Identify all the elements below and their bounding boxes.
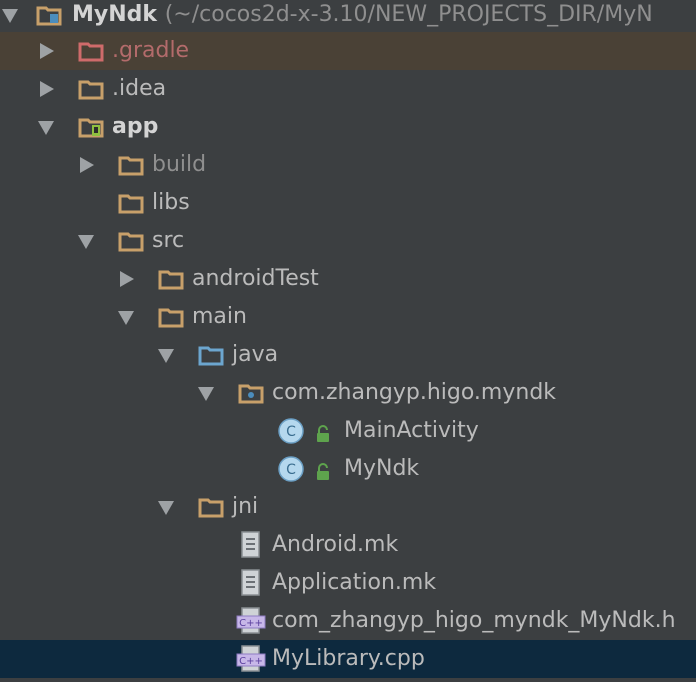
lock-open-icon bbox=[314, 424, 332, 442]
class-icon: C bbox=[278, 456, 304, 482]
class-badge: C bbox=[286, 462, 296, 478]
tree-row-idea[interactable]: .idea bbox=[0, 70, 696, 108]
tree-label-root: MyNdk (~/cocos2d-x-3.10/NEW_PROJECTS_DIR… bbox=[72, 2, 653, 27]
tree-row-androidtest[interactable]: androidTest bbox=[0, 260, 696, 298]
tree-label-androidtest: androidTest bbox=[192, 266, 319, 291]
expand-arrow-icon[interactable] bbox=[40, 43, 54, 59]
folder-icon bbox=[198, 496, 226, 518]
folder-icon bbox=[118, 192, 146, 214]
tree-label-header-file: com_zhangyp_higo_myndk_MyNdk.h bbox=[272, 608, 676, 633]
tree-label-main: main bbox=[192, 304, 247, 329]
project-tree: MyNdk (~/cocos2d-x-3.10/NEW_PROJECTS_DIR… bbox=[0, 0, 696, 682]
tree-row-root[interactable]: MyNdk (~/cocos2d-x-3.10/NEW_PROJECTS_DIR… bbox=[0, 0, 696, 34]
source-folder-icon bbox=[198, 344, 226, 366]
tree-label-package: com.zhangyp.higo.myndk bbox=[272, 380, 557, 405]
tree-row-jni[interactable]: jni bbox=[0, 488, 696, 526]
tree-row-android-mk[interactable]: Android.mk bbox=[0, 526, 696, 564]
tree-label-myndk: MyNdk bbox=[344, 456, 420, 481]
tree-row-application-mk[interactable]: Application.mk bbox=[0, 564, 696, 602]
expand-arrow-icon[interactable] bbox=[78, 235, 94, 249]
tree-row-app[interactable]: app bbox=[0, 108, 696, 146]
expand-arrow-icon[interactable] bbox=[158, 501, 174, 515]
expand-arrow-icon[interactable] bbox=[118, 311, 134, 325]
text-file-icon bbox=[240, 531, 262, 559]
tree-label-gradle: .gradle bbox=[112, 38, 190, 63]
expand-arrow-icon[interactable] bbox=[38, 121, 54, 135]
expand-arrow-icon[interactable] bbox=[120, 271, 134, 287]
cpp-badge: C++ bbox=[239, 656, 263, 667]
class-icon: C bbox=[278, 418, 304, 444]
tree-row-build[interactable]: build bbox=[0, 146, 696, 184]
module-folder-icon bbox=[36, 4, 64, 26]
android-module-icon bbox=[78, 116, 106, 138]
expand-arrow-icon[interactable] bbox=[198, 387, 214, 401]
tree-label-mylibrary-cpp: MyLibrary.cpp bbox=[272, 646, 425, 671]
text-file-icon bbox=[240, 569, 262, 597]
cpp-file-icon: C++ bbox=[236, 645, 266, 673]
lock-open-icon bbox=[314, 462, 332, 480]
folder-icon bbox=[158, 306, 186, 328]
folder-icon bbox=[118, 230, 146, 252]
tree-row-package[interactable]: com.zhangyp.higo.myndk bbox=[0, 374, 696, 412]
package-icon bbox=[238, 382, 266, 404]
folder-icon bbox=[158, 268, 186, 290]
folder-icon bbox=[78, 40, 106, 62]
folder-icon bbox=[118, 154, 146, 176]
tree-label-build: build bbox=[152, 152, 207, 177]
tree-label-application-mk: Application.mk bbox=[272, 570, 437, 595]
class-badge: C bbox=[286, 424, 296, 440]
tree-label-src: src bbox=[152, 228, 185, 253]
tree-row-main[interactable]: main bbox=[0, 298, 696, 336]
tree-label-idea: .idea bbox=[112, 76, 167, 101]
tree-row-src[interactable]: src bbox=[0, 222, 696, 260]
tree-label-app: app bbox=[112, 114, 159, 139]
tree-row-java[interactable]: java bbox=[0, 336, 696, 374]
tree-label-java: java bbox=[232, 342, 279, 367]
root-path: (~/cocos2d-x-3.10/NEW_PROJECTS_DIR/MyN bbox=[164, 2, 653, 27]
tree-row-myndk[interactable]: C MyNdk bbox=[0, 450, 696, 488]
tree-row-mylibrary-cpp[interactable]: C++ MyLibrary.cpp bbox=[0, 640, 696, 678]
expand-arrow-icon[interactable] bbox=[2, 9, 18, 23]
tree-label-jni: jni bbox=[232, 494, 259, 519]
cpp-file-icon: C++ bbox=[236, 607, 266, 635]
tree-label-mainactivity: MainActivity bbox=[344, 418, 479, 443]
cpp-badge: C++ bbox=[239, 618, 263, 629]
expand-arrow-icon[interactable] bbox=[158, 349, 174, 363]
expand-arrow-icon[interactable] bbox=[40, 81, 54, 97]
tree-row-libs[interactable]: libs bbox=[0, 184, 696, 222]
tree-label-android-mk: Android.mk bbox=[272, 532, 399, 557]
tree-label-libs: libs bbox=[152, 190, 190, 215]
folder-icon bbox=[78, 78, 106, 100]
tree-row-gradle[interactable]: .gradle bbox=[0, 32, 696, 70]
tree-row-header-file[interactable]: C++ com_zhangyp_higo_myndk_MyNdk.h bbox=[0, 602, 696, 640]
expand-arrow-icon[interactable] bbox=[80, 157, 94, 173]
tree-row-mainactivity[interactable]: C MainActivity bbox=[0, 412, 696, 450]
